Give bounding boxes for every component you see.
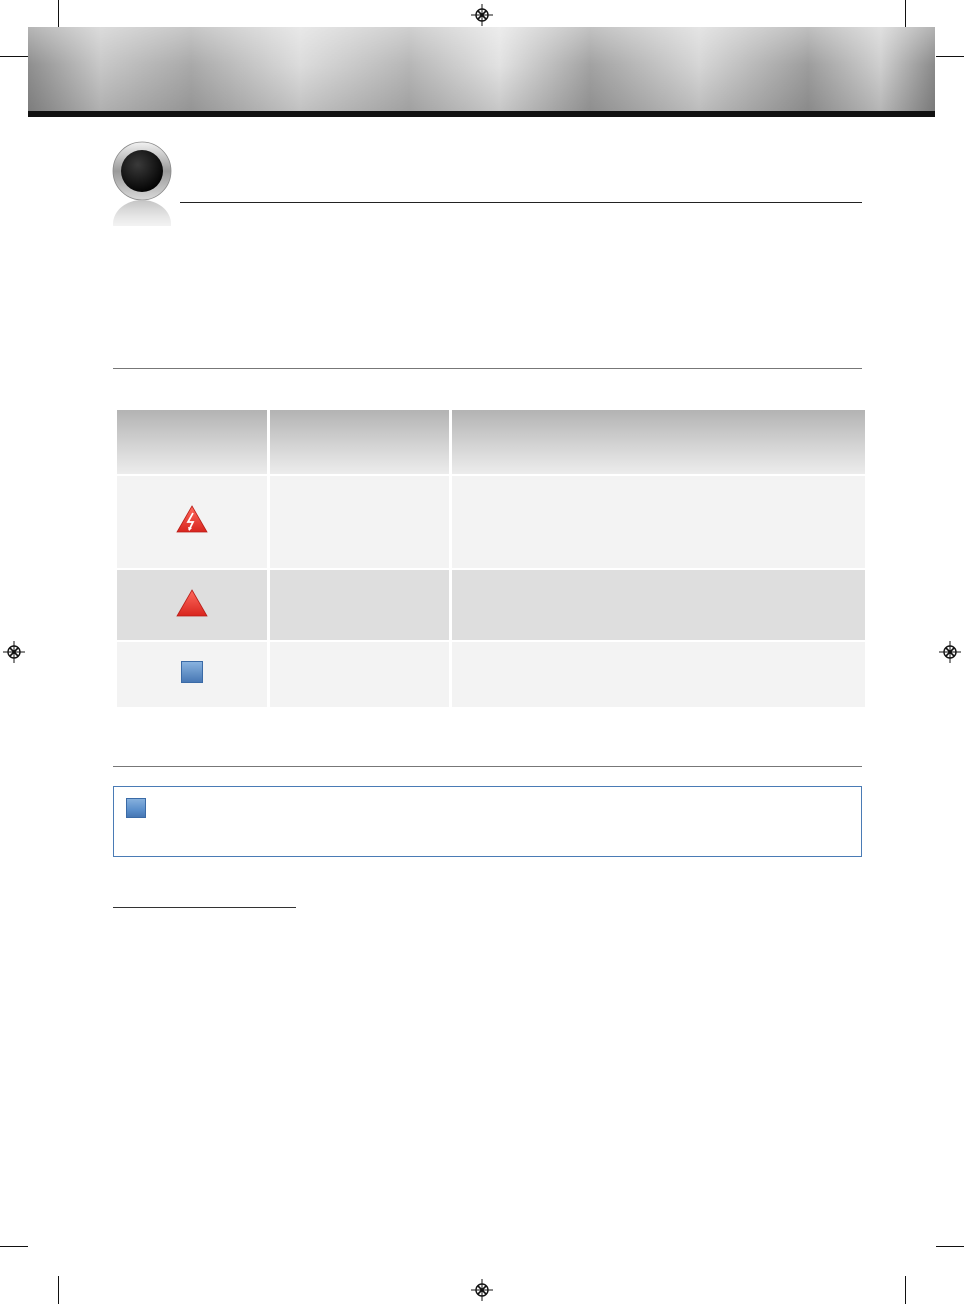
crop-mark xyxy=(58,0,59,28)
registration-mark-icon xyxy=(471,4,493,26)
header-banner xyxy=(28,27,935,111)
registration-mark-icon xyxy=(939,641,961,663)
crop-mark xyxy=(58,1276,59,1304)
section-divider xyxy=(113,766,862,767)
table-cell-description xyxy=(452,640,865,707)
table-cell-description xyxy=(452,567,865,641)
table-header-cell xyxy=(117,410,270,474)
crop-mark xyxy=(936,56,964,57)
chapter-bullet-icon xyxy=(112,141,172,201)
table-cell-term xyxy=(270,474,452,568)
table-cell-term xyxy=(270,640,452,707)
note-box xyxy=(113,786,862,857)
electric-shock-warning-icon xyxy=(176,505,208,533)
symbols-table xyxy=(117,410,865,707)
table-header-row xyxy=(117,410,865,474)
table-cell-symbol xyxy=(117,640,270,707)
crop-mark xyxy=(0,56,28,57)
chapter-bullet-reflection xyxy=(113,200,171,226)
table-cell-term xyxy=(270,567,452,641)
table-row xyxy=(117,640,865,707)
table-header-cell xyxy=(452,410,865,474)
crop-mark xyxy=(905,0,906,28)
table-row xyxy=(117,474,865,568)
table-cell-symbol xyxy=(117,567,270,641)
note-square-icon xyxy=(181,661,203,684)
table-cell-symbol xyxy=(117,474,270,568)
crop-mark xyxy=(0,1246,28,1247)
table-cell-description xyxy=(452,474,865,568)
note-square-icon xyxy=(126,798,146,818)
footnote-rule xyxy=(113,907,296,908)
crop-mark xyxy=(905,1276,906,1304)
table-row xyxy=(117,567,865,641)
registration-mark-icon xyxy=(3,641,25,663)
header-rule xyxy=(28,111,935,117)
section-divider xyxy=(113,368,862,369)
crop-mark xyxy=(936,1246,964,1247)
warning-triangle-icon xyxy=(176,588,208,616)
heading-rule xyxy=(180,202,862,203)
registration-mark-icon xyxy=(471,1279,493,1301)
table-header-cell xyxy=(270,410,452,474)
